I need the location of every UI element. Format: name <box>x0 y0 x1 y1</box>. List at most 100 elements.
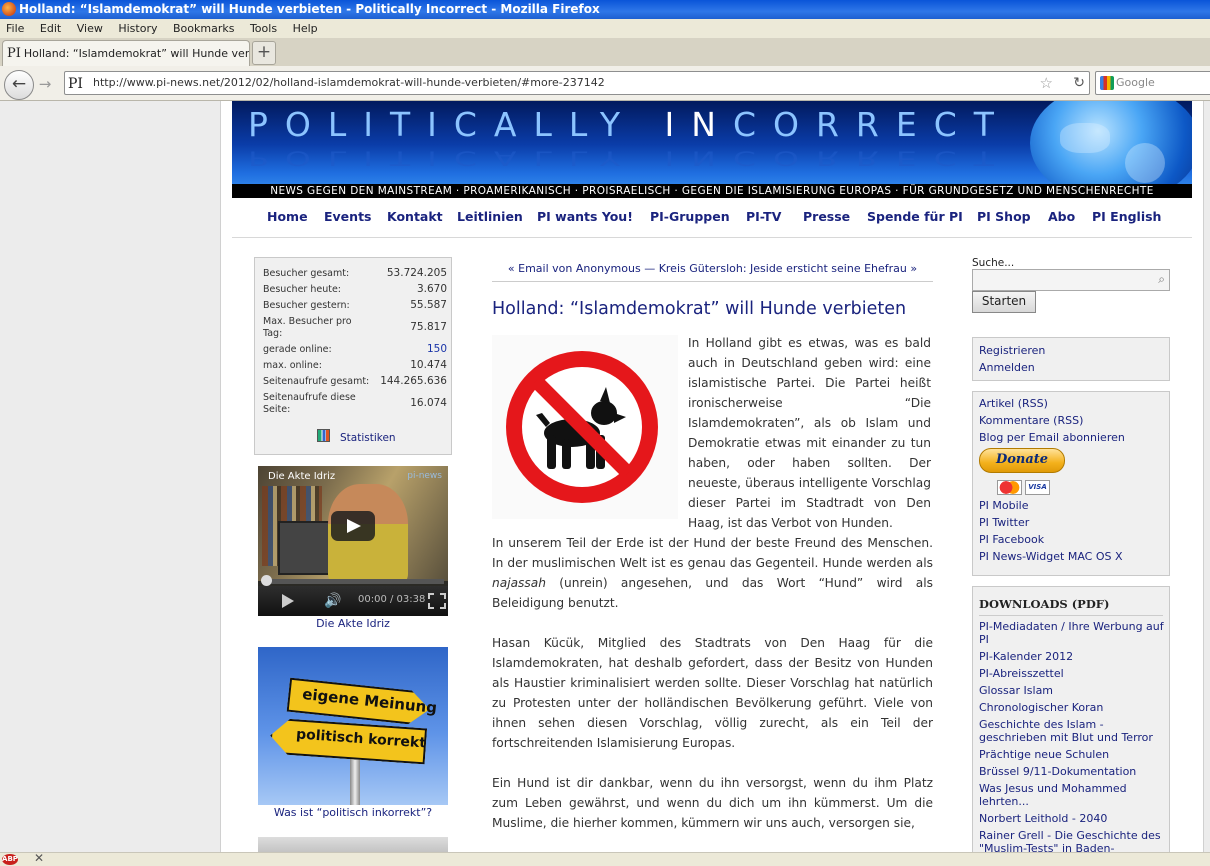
download-link[interactable]: Glossar Islam <box>979 684 1053 697</box>
menu-tools[interactable]: Tools <box>250 19 277 38</box>
search-box[interactable]: Google <box>1095 71 1210 95</box>
downloads-heading: DOWNLOADS (PDF) <box>979 597 1110 611</box>
tab-current[interactable]: PI Holland: “Islamdemokrat” will Hunde ve… <box>2 40 250 66</box>
stat-value: 3.670 <box>416 283 447 295</box>
post-navigation[interactable]: « Email von Anonymous — Kreis Gütersloh:… <box>492 257 933 282</box>
nav-leitlinien[interactable]: Leitlinien <box>457 209 523 224</box>
post-title[interactable]: Holland: “Islamdemokrat” will Hunde verb… <box>492 299 906 319</box>
download-link[interactable]: Brüssel 9/11-Dokumentation <box>979 765 1136 778</box>
download-link[interactable]: PI-Kalender 2012 <box>979 650 1073 663</box>
stat-value: 55.587 <box>410 299 447 311</box>
pi-favicon-icon: PI <box>7 46 21 61</box>
download-link[interactable]: Geschichte des Islam - geschrieben mit B… <box>979 718 1164 744</box>
post-paragraph: Hasan Kücük, Mitglied des Stadtrats von … <box>492 636 933 750</box>
url-bar[interactable]: PI http://www.pi-news.net/2012/02/hollan… <box>64 71 1090 95</box>
nav-pi-wants-you[interactable]: PI wants You! <box>537 209 633 224</box>
adblock-icon[interactable]: ABP <box>2 854 18 865</box>
search-submit-button[interactable]: Starten <box>972 291 1036 313</box>
login-link[interactable]: Anmelden <box>979 361 1035 374</box>
site-identity-icon[interactable]: PI <box>68 73 83 95</box>
sign-caption[interactable]: Was ist “politisch inkorrekt”? <box>258 806 448 819</box>
chart-icon[interactable] <box>317 429 330 442</box>
menu-bookmarks[interactable]: Bookmarks <box>173 19 234 38</box>
forward-button[interactable]: → <box>34 74 56 94</box>
stat-label: Seitenaufrufe gesamt: <box>263 376 370 387</box>
stat-label: Besucher gesamt: <box>263 268 350 279</box>
rss-comments-link[interactable]: Kommentare (RSS) <box>979 414 1083 427</box>
nav-presse[interactable]: Presse <box>803 209 850 224</box>
nav-spende[interactable]: Spende für PI <box>867 209 963 224</box>
pi-facebook-link[interactable]: PI Facebook <box>979 533 1044 546</box>
tab-strip: PI Holland: “Islamdemokrat” will Hunde ve… <box>0 38 1210 66</box>
download-link[interactable]: Norbert Leithold - 2040 <box>979 812 1107 825</box>
menu-file[interactable]: File <box>6 19 24 38</box>
direction-sign-image[interactable]: eigene Meinung politisch korrekt <box>258 647 448 805</box>
pi-twitter-link[interactable]: PI Twitter <box>979 516 1029 529</box>
account-box: Registrieren Anmelden <box>972 337 1170 381</box>
menu-edit[interactable]: Edit <box>40 19 61 38</box>
download-link[interactable]: Rainer Grell - Die Geschichte des "Musli… <box>979 829 1164 852</box>
nav-kontakt[interactable]: Kontakt <box>387 209 443 224</box>
logo-reflection: POLITICALLY INCORRECT <box>248 146 1011 171</box>
video-progress-bar[interactable] <box>262 579 444 584</box>
bookmark-star-icon[interactable]: ☆ <box>1040 72 1053 94</box>
nav-pi-gruppen[interactable]: PI-Gruppen <box>650 209 730 224</box>
site-search-input[interactable]: ⌕ <box>972 269 1170 291</box>
stat-value: 150 <box>426 343 447 355</box>
stat-value: 53.724.205 <box>386 267 447 279</box>
menu-help[interactable]: Help <box>293 19 318 38</box>
download-link[interactable]: Was Jesus und Mohammed lehrten... <box>979 782 1164 808</box>
email-subscribe-link[interactable]: Blog per Email abonnieren <box>979 431 1125 444</box>
search-label: Suche... <box>972 257 1015 269</box>
menu-view[interactable]: View <box>77 19 103 38</box>
magnifier-icon[interactable]: ⌕ <box>1158 272 1165 287</box>
menu-history[interactable]: History <box>118 19 157 38</box>
play-icon[interactable] <box>282 594 294 608</box>
donate-button[interactable]: Donate <box>979 448 1065 473</box>
nav-pi-english[interactable]: PI English <box>1092 209 1161 224</box>
download-link[interactable]: PI-Abreisszettel <box>979 667 1064 680</box>
volume-icon[interactable]: 🔊 <box>324 593 341 609</box>
post-paragraph: In Holland gibt es etwas, was es bald au… <box>688 336 931 530</box>
pi-mobile-link[interactable]: PI Mobile <box>979 499 1028 512</box>
rss-articles-link[interactable]: Artikel (RSS) <box>979 397 1048 410</box>
site-logo[interactable]: POLITICALLY INCORRECT <box>248 105 1011 144</box>
url-text[interactable]: http://www.pi-news.net/2012/02/holland-i… <box>93 72 605 94</box>
nav-events[interactable]: Events <box>324 209 371 224</box>
logo-right: CORRECT <box>732 105 1011 144</box>
pi-widget-link[interactable]: PI News-Widget MAC OS X <box>979 550 1123 563</box>
reload-icon[interactable]: ↻ <box>1073 72 1085 94</box>
back-button[interactable]: ← <box>4 70 34 100</box>
close-icon[interactable]: ✕ <box>34 851 44 865</box>
logo-left: POLITICALLY <box>248 105 665 144</box>
video-brand: pi-news <box>407 471 442 481</box>
stat-label: max. online: <box>263 360 322 371</box>
stat-value: 16.074 <box>410 397 447 409</box>
register-link[interactable]: Registrieren <box>979 344 1045 357</box>
site-tagline: NEWS GEGEN DEN MAINSTREAM · PROAMERIKANI… <box>232 184 1192 198</box>
globe-icon <box>1030 101 1192 197</box>
google-icon[interactable] <box>1100 76 1114 90</box>
stat-label: Seitenaufrufe diese Seite: <box>263 392 356 415</box>
new-tab-button[interactable]: + <box>252 41 276 65</box>
play-overlay-icon[interactable] <box>331 511 375 541</box>
third-image-thumbnail[interactable] <box>258 837 448 852</box>
page-viewport: POLITICALLY INCORRECT POLITICALLY INCORR… <box>0 101 1210 852</box>
nav-pi-tv[interactable]: PI-TV <box>746 209 781 224</box>
stat-label: Besucher heute: <box>263 284 342 295</box>
video-scrubber[interactable] <box>261 575 272 586</box>
download-link[interactable]: Prächtige neue Schulen <box>979 748 1109 761</box>
download-link[interactable]: Chronologischer Koran <box>979 701 1103 714</box>
fullscreen-icon[interactable] <box>428 593 446 609</box>
search-placeholder: Google <box>1116 76 1155 89</box>
nav-home[interactable]: Home <box>267 209 308 224</box>
menu-bar: File Edit View History Bookmarks Tools H… <box>0 19 1210 38</box>
nav-pi-shop[interactable]: PI Shop <box>977 209 1031 224</box>
nav-abo[interactable]: Abo <box>1048 209 1075 224</box>
video-player[interactable]: Die Akte Idriz pi-news 🔊 00:00 / 03:38 <box>258 466 448 616</box>
video-caption[interactable]: Die Akte Idriz <box>258 617 448 630</box>
site-banner[interactable]: POLITICALLY INCORRECT POLITICALLY INCORR… <box>232 101 1192 197</box>
main-nav: Home Events Kontakt Leitlinien PI wants … <box>232 199 1192 238</box>
statistiken-link[interactable]: Statistiken <box>340 432 396 444</box>
download-link[interactable]: PI-Mediadaten / Ihre Werbung auf PI <box>979 620 1164 646</box>
